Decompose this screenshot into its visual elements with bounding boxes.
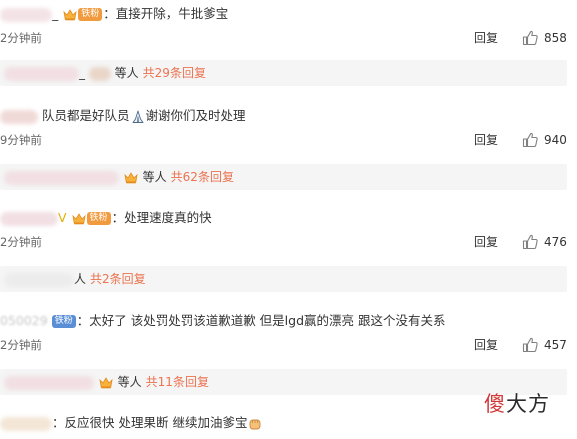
comment-text: 处理速度真的快 [124,210,212,225]
fan-badge: 铁粉 [78,8,103,21]
reply-count-link[interactable]: 共2条回复 [90,272,146,286]
blurred-username [0,109,38,124]
comment-2-text-line: 队员都是好队员 谢谢你们及时处理 [0,105,246,127]
crown-icon [72,212,86,225]
comment-text-2: 谢谢你们及时处理 [145,108,246,123]
thumbs-up-icon[interactable] [522,132,538,148]
thumbs-up-icon[interactable] [522,30,538,46]
like-count: 457 [544,338,567,352]
blurred-reply-users [4,66,79,81]
reply-users-suffix: 等人 [142,170,167,184]
comment-4-meta: 2分钟前 回复 457 [0,334,577,356]
like-count: 940 [544,133,567,147]
comment-time: 2分钟前 [0,338,42,352]
comment-text: 反应很快 处理果断 继续加油爹宝 [64,415,248,430]
crown-icon [99,376,113,389]
comment-time: 2分钟前 [0,235,42,249]
reply-button[interactable]: 回复 [474,231,498,253]
crown-icon [63,8,77,21]
sub-replies-bar-2[interactable]: 等人 共62条回复 [0,164,567,190]
like-count: 858 [544,31,567,45]
watermark-logo: 傻大方 [484,392,550,416]
blurred-reply-users [4,272,74,287]
blurred-username [0,211,58,226]
comment-2-meta: 9分钟前 回复 940 [0,129,577,151]
sub-replies-bar-3[interactable]: 人共2条回复 [0,266,567,292]
comment-3-meta: 2分钟前 回复 476 [0,231,577,253]
reply-count-link[interactable]: 共62条回复 [171,170,234,184]
reply-count-link[interactable]: 共11条回复 [146,375,209,389]
comment-5-text-line: ：反应很快 处理果断 继续加油爹宝 [0,412,263,434]
blurred-reply-users [4,375,94,390]
thumbs-up-icon[interactable] [522,337,538,353]
comment-3-text-line: V 铁粉 ：处理速度真的快 [0,207,212,229]
fan-badge: 铁粉 [86,212,111,225]
reply-users-suffix: 等人 [114,66,139,80]
comment-time: 2分钟前 [0,31,42,45]
comment-1-text-line: _ 铁粉 ：直接开除，牛批爹宝 [0,3,228,25]
reply-button[interactable]: 回复 [474,129,498,151]
like-count: 476 [544,235,567,249]
comment-text: 队员都是好队员 [41,108,130,123]
reply-users-suffix: 人 [74,272,87,286]
sub-replies-bar-1[interactable]: _ 等人 共29条回复 [0,60,567,86]
username-fragment: _ [52,6,59,21]
reply-count-link[interactable]: 共29条回复 [143,66,206,80]
comment-time: 9分钟前 [0,133,42,147]
fist-emoji [250,419,261,429]
pray-emoji [132,110,143,123]
comment-1-meta: 2分钟前 回复 858 [0,27,577,49]
reply-button[interactable]: 回复 [474,334,498,356]
reply-users-suffix: 等人 [117,375,142,389]
comment-text: 直接开除，牛批爹宝 [115,6,229,21]
reply-button[interactable]: 回复 [474,27,498,49]
username-fragment: 050029 [0,313,48,328]
sub-replies-bar-4[interactable]: 等人 共11条回复 [0,369,567,395]
fan-badge: 铁粉 [51,315,76,328]
blurred-reply-users [4,170,119,185]
comment-feed: _ 铁粉 ：直接开除，牛批爹宝 2分钟前 回复 858 _ 等人 共29条回复 队员… [0,0,577,439]
comment-text: 太好了 该处罚处罚该道歉道歉 但是lgd赢的漂亮 跟这个没有关系 [89,313,446,328]
blurred-username [0,7,52,22]
crown-icon [124,171,138,184]
comment-4-text-line: 050029 铁粉 ：太好了 该处罚处罚该道歉道歉 但是lgd赢的漂亮 跟这个没有… [0,313,446,328]
thumbs-up-icon[interactable] [522,234,538,250]
blurred-username [0,416,52,431]
username-fragment: V [58,210,67,225]
